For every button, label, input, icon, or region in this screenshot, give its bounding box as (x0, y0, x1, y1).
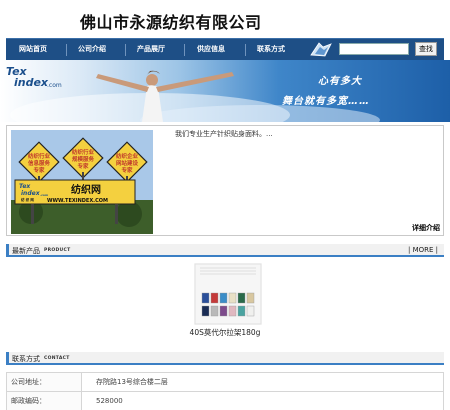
fabric-swatch (237, 305, 246, 317)
nav-item-about[interactable]: 公司介绍 (78, 44, 106, 54)
product-image[interactable] (194, 263, 262, 325)
contact-title-en: CONTACT (44, 356, 70, 361)
sign1-line2: 信息服务 (28, 159, 51, 167)
contact-label: 公司地址： (6, 372, 82, 392)
fabric-swatch (246, 292, 255, 304)
intro-text: 我们专业生产针织贴身面料。... (175, 130, 273, 138)
sign1-line3: 专家 (33, 166, 45, 174)
fabric-swatch (219, 292, 228, 304)
fabric-swatch (237, 292, 246, 304)
search-input[interactable] (339, 43, 409, 55)
banner-slogan-line2: 舞台就有多宽…… (282, 96, 370, 107)
board-logo-cn: 纺 织 网 (21, 197, 34, 202)
banner-logo-suffix: .com (47, 82, 62, 89)
color-swatch-card (194, 263, 262, 325)
board-logo-bottom: index (21, 190, 41, 197)
sign2-line2: 规模服务 (72, 155, 95, 163)
fabric-swatch (210, 292, 219, 304)
sign3-line1: 纺织企业 (116, 152, 139, 160)
fabric-swatch (201, 292, 210, 304)
contact-title: 联系方式 (12, 355, 40, 363)
products-section-header: 最新产品 PRODUCT | MORE | (6, 244, 444, 257)
products-title: 最新产品 (12, 247, 40, 255)
table-row: 邮政编码： 528000 (6, 391, 444, 410)
banner-logo-bottom: index (14, 76, 49, 89)
signboard-illustration: 纺织行业 信息服务 专家 纺织行业 规模服务 专家 纺织企业 网站建设 专家 T… (11, 130, 153, 234)
hero-banner: Tex index .com 心有多大 舞台就有多宽…… (0, 60, 450, 122)
sign3-line2: 网站建设 (116, 159, 139, 167)
nav-item-contact[interactable]: 联系方式 (257, 44, 285, 54)
fabric-swatch (210, 305, 219, 317)
sign3-line3: 专家 (121, 166, 133, 174)
contact-label: 邮政编码： (6, 391, 82, 410)
products-more-link[interactable]: | MORE | (408, 246, 438, 254)
sign2-line1: 纺织行业 (72, 148, 95, 156)
board-url: WWW.TEXINDEX.COM (47, 198, 108, 204)
products-title-en: PRODUCT (44, 248, 71, 253)
board-title: 纺织网 (71, 183, 101, 196)
fabric-swatch (201, 305, 210, 317)
nav-item-supply[interactable]: 供应信息 (197, 44, 225, 54)
product-name[interactable]: 40S莫代尔拉架180g (6, 327, 444, 338)
intro-image: 纺织行业 信息服务 专家 纺织行业 规模服务 专家 纺织企业 网站建设 专家 T… (11, 130, 153, 234)
products-list: 40S莫代尔拉架180g (6, 261, 444, 345)
contact-value: 存院路13号综合楼二层 (81, 372, 444, 392)
table-row: 公司地址： 存院路13号综合楼二层 (6, 372, 444, 392)
section-marker (6, 244, 9, 255)
nav-divider (66, 44, 67, 56)
board-logo-suffix: .com (40, 193, 48, 197)
fabric-swatch (246, 305, 255, 317)
sign1-line1: 纺织行业 (28, 152, 51, 160)
page-header: 佛山市永源纺织有限公司 (0, 0, 450, 38)
section-marker (6, 352, 9, 363)
sign2-line3: 专家 (77, 162, 89, 170)
board-logo-top: Tex (19, 183, 31, 190)
company-intro: 纺织行业 信息服务 专家 纺织行业 规模服务 专家 纺织企业 网站建设 专家 T… (6, 125, 444, 236)
banner-sky-artwork (10, 70, 380, 122)
nav-item-home[interactable]: 网站首页 (19, 44, 47, 54)
fabric-swatch (219, 305, 228, 317)
nav-divider (184, 44, 185, 56)
nav-item-products[interactable]: 产品展厅 (137, 44, 165, 54)
nav-divider (125, 44, 126, 56)
main-nav: 网站首页 公司介绍 产品展厅 供应信息 联系方式 查找 (6, 38, 444, 60)
fabric-swatch (228, 292, 237, 304)
contact-value: 528000 (81, 391, 444, 410)
contact-section-header: 联系方式 CONTACT (6, 352, 444, 365)
company-name: 佛山市永源纺织有限公司 (80, 13, 262, 32)
intro-more-link[interactable]: 详细介绍 (412, 223, 440, 233)
site-logo-icon (310, 42, 332, 57)
fabric-swatch (228, 305, 237, 317)
nav-divider (245, 44, 246, 56)
contact-table: 公司地址： 存院路13号综合楼二层 邮政编码： 528000 (6, 372, 444, 410)
search-button[interactable]: 查找 (415, 42, 437, 56)
banner-slogan-line1: 心有多大 (318, 76, 362, 87)
